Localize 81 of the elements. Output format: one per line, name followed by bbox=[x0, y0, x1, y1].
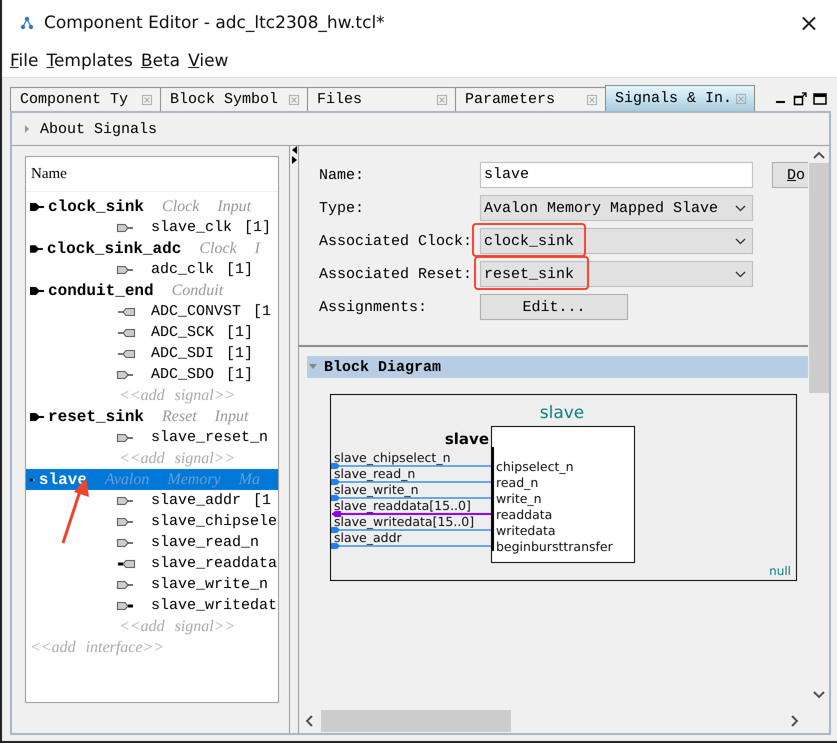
signal-row[interactable]: adc_clk [1] bbox=[26, 259, 278, 280]
signal-row[interactable]: slave_write_n bbox=[26, 574, 278, 595]
port-label: beginbursttransfer bbox=[496, 539, 613, 554]
field-label: Associated Clock: bbox=[319, 232, 474, 250]
field-label: Type: bbox=[319, 200, 366, 216]
detach-icon[interactable] bbox=[793, 92, 807, 106]
interface-icon bbox=[30, 412, 44, 420]
scroll-down-icon[interactable] bbox=[812, 691, 824, 699]
dropdown[interactable]: clock_sink bbox=[480, 228, 753, 254]
component-title: slave bbox=[540, 403, 584, 423]
menu-item[interactable]: Templates bbox=[46, 51, 133, 71]
close-button[interactable]: × bbox=[792, 8, 825, 36]
interface-label: slave bbox=[444, 430, 489, 448]
interface-row[interactable]: clock_sink Clock Input bbox=[26, 196, 278, 217]
scroll-right-icon[interactable] bbox=[791, 715, 799, 727]
port-label: writedata bbox=[496, 523, 556, 538]
scrollbar-thumb[interactable] bbox=[321, 710, 511, 732]
signal-row[interactable]: slave_readdata bbox=[26, 553, 278, 574]
interface-icon bbox=[30, 202, 44, 210]
close-icon[interactable] bbox=[289, 94, 299, 104]
scrollbar-thumb[interactable] bbox=[808, 163, 828, 393]
chevron-icon bbox=[735, 270, 746, 278]
menu-item[interactable]: View bbox=[188, 51, 228, 71]
expand-arrow-icon[interactable] bbox=[24, 125, 30, 133]
interface-row[interactable]: clock_sink_adc Clock I bbox=[26, 238, 278, 259]
port-label: write_n bbox=[496, 491, 542, 506]
menu-item[interactable]: File bbox=[10, 51, 38, 71]
signal-label: slave_addr bbox=[334, 530, 402, 545]
interface-icon bbox=[30, 476, 35, 484]
close-icon[interactable] bbox=[142, 94, 152, 104]
signal-label: slave_write_n bbox=[334, 482, 419, 497]
signal-row[interactable]: ADC_CONVST [1 bbox=[26, 301, 278, 322]
window-title: Component Editor - adc_ltc2308_hw.tcl* bbox=[44, 12, 385, 32]
close-icon[interactable] bbox=[587, 94, 597, 104]
menu-item[interactable]: Beta bbox=[140, 51, 180, 71]
maximize-icon[interactable] bbox=[813, 93, 827, 105]
done-button[interactable]: Do bbox=[772, 162, 808, 188]
collapse-right-icon[interactable] bbox=[292, 156, 296, 164]
port-label: readdata bbox=[496, 507, 552, 522]
footer-label: null bbox=[769, 564, 791, 578]
field-label: Name: bbox=[319, 166, 366, 184]
scroll-up-icon[interactable] bbox=[812, 151, 824, 159]
signal-row[interactable]: ADC_SDI [1] bbox=[26, 343, 278, 364]
port-label: chipselect_n bbox=[496, 459, 574, 474]
edit-button[interactable]: Edit... bbox=[480, 294, 628, 320]
interface-row[interactable]: reset_sink Reset Input bbox=[26, 406, 278, 427]
signal-row[interactable]: slave_chipsele bbox=[26, 511, 278, 532]
dropdown[interactable]: Avalon Memory Mapped Slave bbox=[480, 195, 753, 221]
collapse-arrow-icon[interactable] bbox=[309, 364, 317, 370]
about-signals-toggle[interactable]: About Signals bbox=[12, 113, 829, 145]
field-label: Assignments: bbox=[319, 298, 428, 316]
close-icon[interactable] bbox=[437, 94, 447, 104]
block-diagram-header[interactable]: Block Diagram bbox=[307, 356, 808, 378]
chevron-icon bbox=[735, 204, 746, 212]
name-field[interactable]: slave bbox=[480, 162, 753, 188]
signal-label: slave_chipselect_n bbox=[334, 450, 450, 465]
field-label: Associated Reset: bbox=[319, 266, 474, 282]
signal-row[interactable]: slave_addr [1 bbox=[26, 490, 278, 511]
tab[interactable]: Signals & In. bbox=[605, 85, 755, 111]
interface-icon bbox=[30, 286, 44, 294]
signal-label: slave_read_n bbox=[334, 466, 416, 481]
scroll-left-icon[interactable] bbox=[305, 715, 313, 727]
close-icon[interactable] bbox=[736, 94, 746, 104]
signal-label: slave_writedata[15..0] bbox=[334, 514, 474, 529]
interface-icon bbox=[30, 244, 43, 252]
app-icon bbox=[20, 16, 34, 30]
signal-row[interactable]: slave_writedat bbox=[26, 595, 278, 616]
signal-row[interactable]: ADC_SDO [1] bbox=[26, 364, 278, 385]
interface-row[interactable]: slave Avalon Memory Ma bbox=[26, 469, 278, 490]
signal-row[interactable]: slave_clk [1] bbox=[26, 217, 278, 238]
signal-label: slave_readdata[15..0] bbox=[334, 498, 471, 513]
port-label: read_n bbox=[496, 475, 538, 490]
dropdown[interactable]: reset_sink bbox=[480, 261, 753, 287]
interface-row[interactable]: conduit_end Conduit bbox=[26, 280, 278, 301]
column-header[interactable]: Name bbox=[26, 157, 278, 192]
collapse-left-icon[interactable] bbox=[292, 146, 296, 154]
signal-row[interactable]: slave_read_n bbox=[26, 532, 278, 553]
chevron-icon bbox=[735, 238, 746, 244]
signal-row[interactable]: ADC_SCK [1] bbox=[26, 322, 278, 343]
signal-row[interactable]: slave_reset_n bbox=[26, 427, 278, 448]
tab[interactable]: Component Ty bbox=[10, 87, 161, 111]
